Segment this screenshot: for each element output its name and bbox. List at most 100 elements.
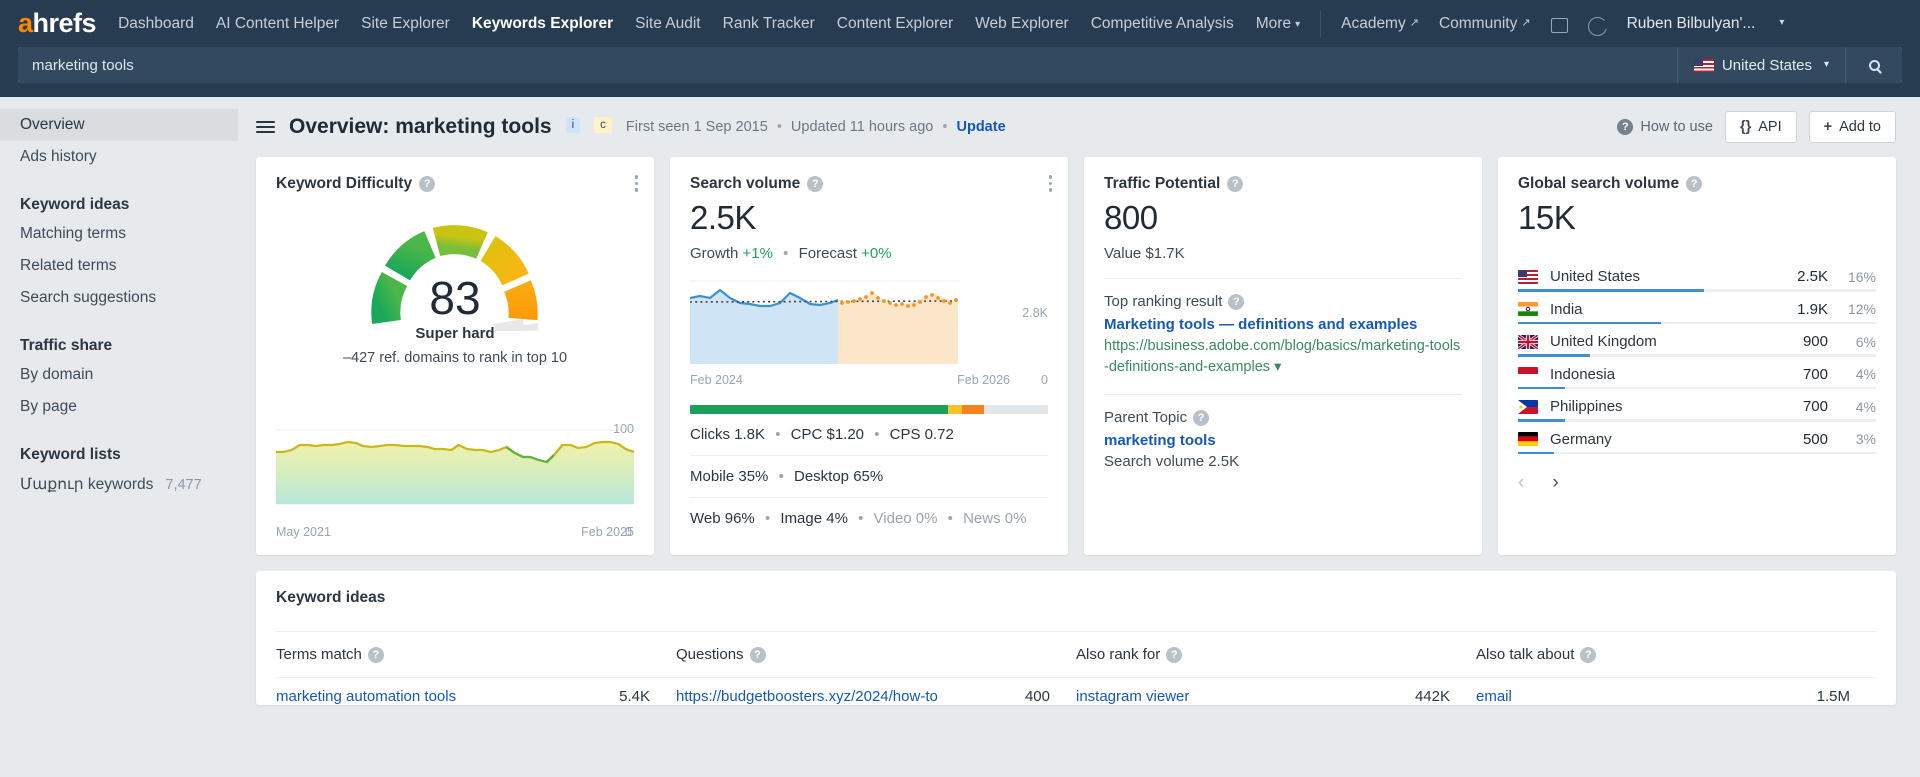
nav-more-label: More <box>1255 14 1292 32</box>
api-button[interactable]: {} API <box>1724 111 1797 143</box>
keyword-idea-link[interactable]: https://budgetboosters.xyz/2024/how-to <box>676 688 938 705</box>
gv-country-row[interactable]: Philippines 700 4% <box>1518 389 1876 422</box>
sidebar-item-keyword-list[interactable]: Մաքուր keywords 7,477 <box>0 468 238 501</box>
column-also-talk-about[interactable]: Also talk about ? <box>1476 632 1876 677</box>
nav-item-rank-tracker[interactable]: Rank Tracker <box>723 15 815 33</box>
nav-item-competitive-analysis[interactable]: Competitive Analysis <box>1091 15 1234 33</box>
sv-card-title: Search volume <box>690 175 801 192</box>
sidebar-item-by-domain[interactable]: By domain <box>0 359 238 391</box>
ahrefs-logo[interactable]: ahrefs <box>18 8 97 39</box>
chevron-down-icon[interactable]: ▾ <box>1779 17 1784 28</box>
kd-chart-min-label: 0 <box>625 525 632 539</box>
separator-dot: • <box>778 468 784 485</box>
sv-card-menu-icon[interactable] <box>1048 175 1052 192</box>
gv-country-volume: 700 <box>1802 398 1828 415</box>
update-link[interactable]: Update <box>957 119 1006 135</box>
sidebar-item-ads-history[interactable]: Ads history <box>0 141 238 173</box>
chevron-down-icon[interactable]: ▾ <box>1274 359 1281 375</box>
nav-item-academy[interactable]: Academy ↗ <box>1341 15 1419 33</box>
help-icon[interactable]: ? <box>367 646 384 663</box>
add-to-label: Add to <box>1839 119 1881 135</box>
chevron-left-icon[interactable]: ‹ <box>1518 472 1524 494</box>
gv-country-row[interactable]: Germany 500 3% <box>1518 422 1876 454</box>
nav-item-web-explorer[interactable]: Web Explorer <box>975 15 1069 33</box>
info-tag[interactable]: i <box>565 117 581 133</box>
nav-item-site-audit[interactable]: Site Audit <box>635 15 701 33</box>
nav-item-keywords-explorer[interactable]: Keywords Explorer <box>472 15 613 33</box>
help-icon[interactable]: ? <box>807 176 824 192</box>
parent-topic-keyword[interactable]: marketing tools <box>1104 432 1462 449</box>
external-link-icon: ↗ <box>1521 16 1531 29</box>
help-icon[interactable]: ? <box>1580 646 1597 663</box>
gv-share-fill <box>1518 321 1662 324</box>
help-icon[interactable]: ? <box>1166 646 1183 663</box>
gv-country-percent: 3% <box>1855 431 1876 447</box>
parent-topic-label-row: Parent Topic ? <box>1104 409 1462 426</box>
kd-card-menu-icon[interactable] <box>634 175 638 192</box>
usage-meter-icon[interactable] <box>1587 17 1607 36</box>
gv-country-volume: 2.5K <box>1797 268 1828 285</box>
sidebar-item-search-suggestions[interactable]: Search suggestions <box>0 282 238 314</box>
help-icon[interactable]: ? <box>1686 176 1703 192</box>
gv-country-name: Germany <box>1550 430 1612 448</box>
help-icon[interactable]: ? <box>749 646 766 663</box>
video-share: Video 0% <box>873 510 938 527</box>
help-icon[interactable]: ? <box>419 176 436 192</box>
help-icon[interactable]: ? <box>1227 176 1244 192</box>
tp-divider-2 <box>1104 394 1462 396</box>
gv-country-row[interactable]: United States 2.5K 16% <box>1518 259 1876 292</box>
keyword-idea-cell: https://budgetboosters.xyz/2024/how-to 4… <box>676 688 1076 705</box>
gv-country-percent: 12% <box>1847 301 1876 317</box>
keyword-list-count: 7,477 <box>165 477 202 493</box>
top-ranking-url-text: https://business.adobe.com/blog/basics/m… <box>1104 338 1461 376</box>
gv-country-row[interactable]: United Kingdom 900 6% <box>1518 324 1876 357</box>
column-terms-match[interactable]: Terms match ? <box>276 632 676 677</box>
gv-country-row[interactable]: Indonesia 700 4% <box>1518 357 1876 389</box>
nav-item-more[interactable]: More ▾ <box>1256 15 1300 33</box>
chevron-right-icon[interactable]: › <box>1552 472 1558 494</box>
chevron-down-icon: ▾ <box>1295 18 1301 30</box>
top-navigation: ahrefs Dashboard AI Content Helper Site … <box>0 0 1920 47</box>
main-nav-items: Dashboard AI Content Helper Site Explore… <box>118 15 1300 33</box>
top-ranking-result-url[interactable]: https://business.adobe.com/blog/basics/m… <box>1104 336 1462 378</box>
cpc-value: CPC $1.20 <box>790 426 865 443</box>
sidebar-toggle-icon[interactable] <box>256 120 275 134</box>
how-to-use-button[interactable]: ? How to use <box>1617 119 1713 135</box>
sidebar-item-matching-terms[interactable]: Matching terms <box>0 218 238 250</box>
nav-item-community[interactable]: Community ↗ <box>1439 15 1531 33</box>
external-link-icon: ↗ <box>1409 16 1419 29</box>
separator-dot: • <box>858 510 864 527</box>
sidebar-item-by-page[interactable]: By page <box>0 391 238 423</box>
chat-icon[interactable] <box>1550 18 1568 33</box>
column-also-rank-for[interactable]: Also rank for ? <box>1076 632 1476 677</box>
user-menu-label[interactable]: Ruben Bilbulyan'... <box>1627 15 1756 33</box>
column-questions[interactable]: Questions ? <box>676 632 1076 677</box>
kd-gauge-arc: 83 <box>360 207 550 332</box>
nav-item-dashboard[interactable]: Dashboard <box>118 15 194 33</box>
sidebar-item-related-terms[interactable]: Related terms <box>0 250 238 282</box>
clicks-stats-line: Clicks 1.8K • CPC $1.20 • CPS 0.72 <box>690 414 1048 456</box>
country-selector[interactable]: United States ▾ <box>1677 47 1846 83</box>
keyword-idea-link[interactable]: email <box>1476 688 1512 705</box>
keyword-idea-link[interactable]: instagram viewer <box>1076 688 1189 705</box>
search-input[interactable] <box>18 47 1678 83</box>
kd-chart-axis: May 2021 Feb 2025 <box>276 525 634 539</box>
keyword-idea-link[interactable]: marketing automation tools <box>276 688 456 705</box>
kd-gauge: 83 Super hard –427 ref. domains to rank … <box>276 207 634 366</box>
search-button[interactable] <box>1846 47 1902 83</box>
clicks-organic-segment <box>690 405 948 414</box>
sv-value: 2.5K <box>690 199 756 236</box>
add-to-button[interactable]: + Add to <box>1808 111 1896 143</box>
keyword-ideas-panel: Keyword ideas Terms match ? Questions ? … <box>256 571 1896 705</box>
column-terms-match-label: Terms match <box>276 646 362 663</box>
nav-item-ai-content-helper[interactable]: AI Content Helper <box>216 15 339 33</box>
help-icon[interactable]: ? <box>1193 409 1210 426</box>
c-tag[interactable]: c <box>594 117 612 133</box>
nav-item-content-explorer[interactable]: Content Explorer <box>837 15 953 33</box>
nav-item-site-explorer[interactable]: Site Explorer <box>361 15 450 33</box>
top-ranking-result-title[interactable]: Marketing tools — definitions and exampl… <box>1104 316 1462 333</box>
sidebar-item-overview[interactable]: Overview <box>0 109 238 141</box>
gv-country-row[interactable]: India 1.9K 12% <box>1518 292 1876 324</box>
gv-country-name: Philippines <box>1550 398 1623 415</box>
help-icon[interactable]: ? <box>1228 293 1245 310</box>
